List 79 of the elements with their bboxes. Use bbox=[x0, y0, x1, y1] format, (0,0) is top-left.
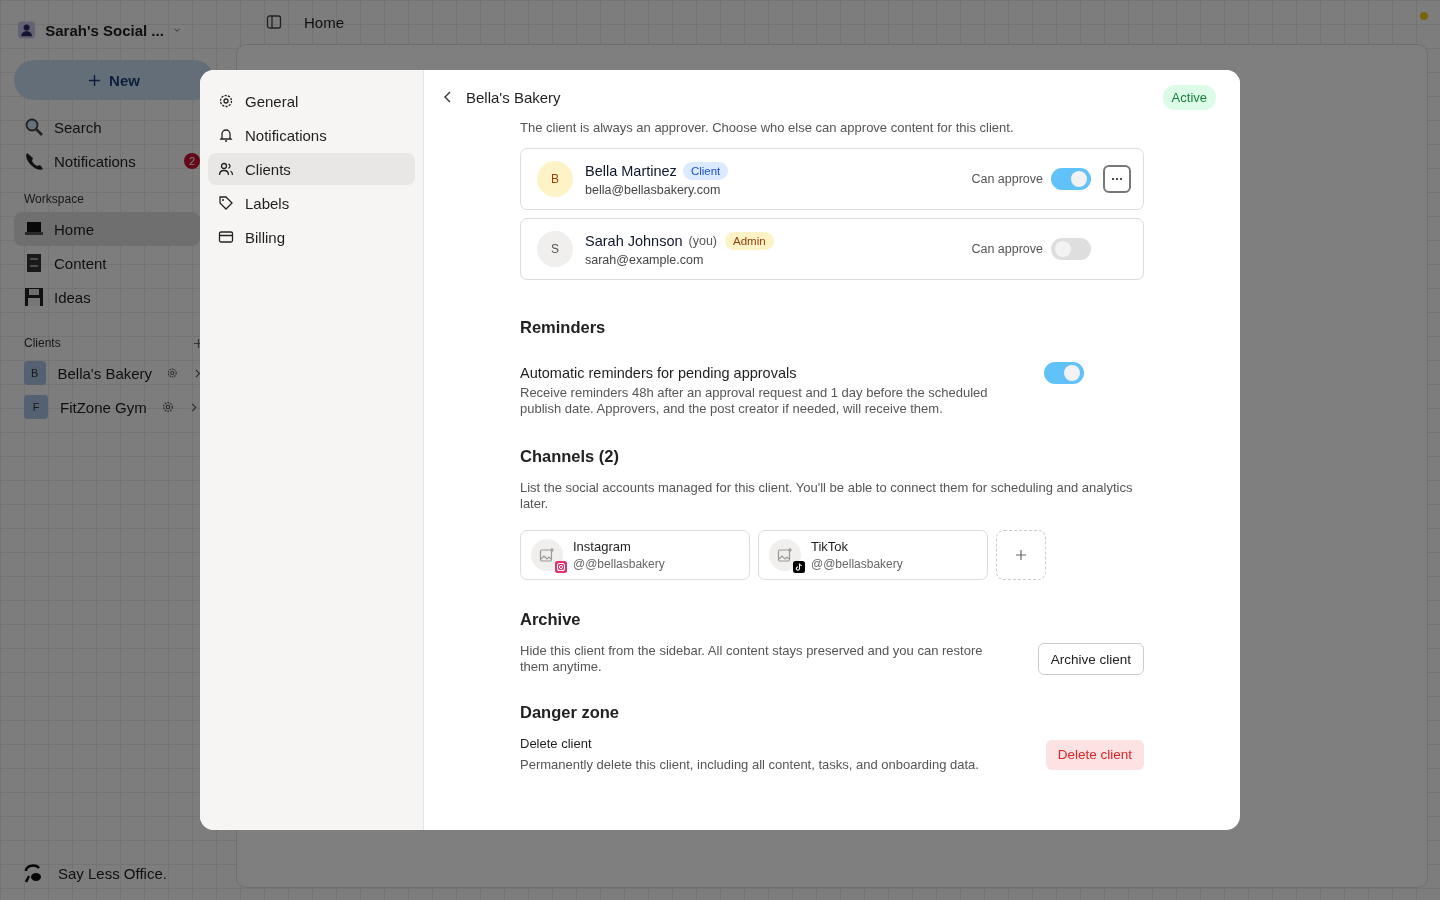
toggle-label: Can approve bbox=[971, 172, 1043, 186]
users-icon bbox=[218, 161, 234, 177]
image-placeholder-icon bbox=[777, 547, 793, 563]
section-heading: Channels (2) bbox=[520, 447, 621, 466]
client-item[interactable]: F FitZone Gym bbox=[18, 390, 200, 424]
brand-name: Say Less Office. bbox=[58, 864, 167, 882]
archive-button[interactable]: Archive client bbox=[1037, 643, 1144, 675]
approve-toggle[interactable] bbox=[1051, 238, 1091, 260]
setting-description: Receive reminders 48h after an approval request and 1 day before the scheduled publish date. Approvers, and the post creator if needed, will receive them. bbox=[520, 385, 989, 417]
nav-item[interactable]: Home bbox=[14, 212, 200, 246]
credit-card-icon bbox=[218, 229, 234, 245]
client-initial: F bbox=[24, 395, 48, 419]
workspace-name[interactable]: Sarah's Social ... bbox=[45, 21, 164, 39]
channel-card[interactable]: Instagram @@bellasbakery bbox=[520, 530, 750, 580]
bell-icon bbox=[218, 127, 234, 143]
nav-item[interactable]: Content bbox=[18, 246, 200, 280]
back-icon[interactable] bbox=[444, 91, 452, 103]
person-email: bella@bellasbakery.com bbox=[585, 182, 722, 197]
chevron-down-icon[interactable] bbox=[173, 27, 180, 33]
plus-icon bbox=[88, 73, 102, 87]
nav-item[interactable]: Notifications 2 bbox=[18, 144, 200, 178]
status-badge: Active bbox=[1162, 84, 1216, 110]
approve-toggle[interactable] bbox=[1051, 168, 1091, 190]
image-placeholder-icon bbox=[539, 547, 555, 563]
nav-item[interactable]: Search bbox=[18, 110, 200, 144]
nav-item[interactable]: Ideas bbox=[18, 280, 200, 314]
section-heading: Danger zone bbox=[520, 703, 621, 722]
settings-nav-item[interactable]: Notifications bbox=[208, 119, 415, 151]
section-heading: Reminders bbox=[520, 318, 607, 337]
more-button[interactable] bbox=[1103, 165, 1131, 193]
settings-nav-item[interactable]: Clients bbox=[208, 153, 415, 185]
role-badge: Client bbox=[682, 161, 729, 180]
you-label: (you) bbox=[688, 233, 718, 248]
section-description: Hide this client from the sidebar. All content stays preserved and you can restore them anytime. bbox=[520, 643, 984, 675]
chevron-right-icon[interactable] bbox=[190, 402, 197, 412]
reminder-toggle[interactable] bbox=[1044, 362, 1084, 384]
client-item[interactable]: B Bella's Bakery bbox=[18, 356, 200, 390]
magnifier-icon bbox=[24, 117, 44, 137]
file-cabinet-icon bbox=[24, 253, 44, 273]
channel-card[interactable]: TikTok @@bellasbakery bbox=[758, 530, 988, 580]
section-heading: Clients bbox=[24, 336, 61, 350]
plus-icon bbox=[1015, 549, 1027, 561]
section-description: List the social accounts managed for this client. You'll be able to connect them for scheduling and analytics later. bbox=[520, 480, 1134, 512]
setting-title: Automatic reminders for pending approvals bbox=[520, 365, 798, 381]
role-badge: Admin bbox=[725, 231, 774, 250]
client-initial: B bbox=[24, 361, 46, 385]
setting-description: Permanently delete this client, including all content, tasks, and onboarding data. bbox=[520, 757, 979, 773]
notification-badge: 2 bbox=[184, 153, 200, 169]
channel-name: TikTok bbox=[811, 539, 850, 554]
logo-icon bbox=[22, 862, 44, 884]
more-icon bbox=[1111, 177, 1123, 181]
settings-nav-item[interactable]: Billing bbox=[208, 221, 415, 253]
tag-icon bbox=[218, 195, 234, 211]
toggle-label: Can approve bbox=[971, 242, 1043, 256]
section-description: The client is always an approver. Choose who else can approve content for this client. bbox=[520, 120, 1015, 136]
music-note-badge-icon bbox=[793, 561, 805, 573]
phone-icon bbox=[24, 151, 44, 171]
channel-name: Instagram bbox=[573, 539, 632, 554]
settings-icon[interactable] bbox=[160, 400, 175, 414]
dialog-title: Bella's Bakery bbox=[466, 88, 561, 106]
person-name: Sarah Johnson bbox=[585, 232, 683, 249]
avatar: B bbox=[537, 161, 573, 197]
chevron-right-icon[interactable] bbox=[194, 368, 200, 378]
avatar: S bbox=[537, 231, 573, 267]
status-dot bbox=[1420, 12, 1428, 20]
channel-handle: @@bellasbakery bbox=[811, 557, 903, 571]
section-heading: Workspace bbox=[24, 192, 85, 206]
person-email: sarah@example.com bbox=[585, 252, 705, 267]
sidebar-toggle-icon[interactable] bbox=[266, 14, 282, 30]
channel-handle: @@bellasbakery bbox=[573, 557, 665, 571]
breadcrumb: Home bbox=[304, 13, 344, 31]
gear-icon bbox=[218, 93, 234, 109]
section-heading: Archive bbox=[520, 610, 582, 629]
camera-badge-icon bbox=[555, 561, 567, 573]
settings-nav-item[interactable]: Labels bbox=[208, 187, 415, 219]
settings-icon[interactable] bbox=[166, 366, 179, 380]
person-name: Bella Martinez bbox=[585, 162, 677, 179]
delete-button[interactable]: Delete client bbox=[1045, 739, 1144, 770]
setting-title: Delete client bbox=[520, 736, 593, 751]
